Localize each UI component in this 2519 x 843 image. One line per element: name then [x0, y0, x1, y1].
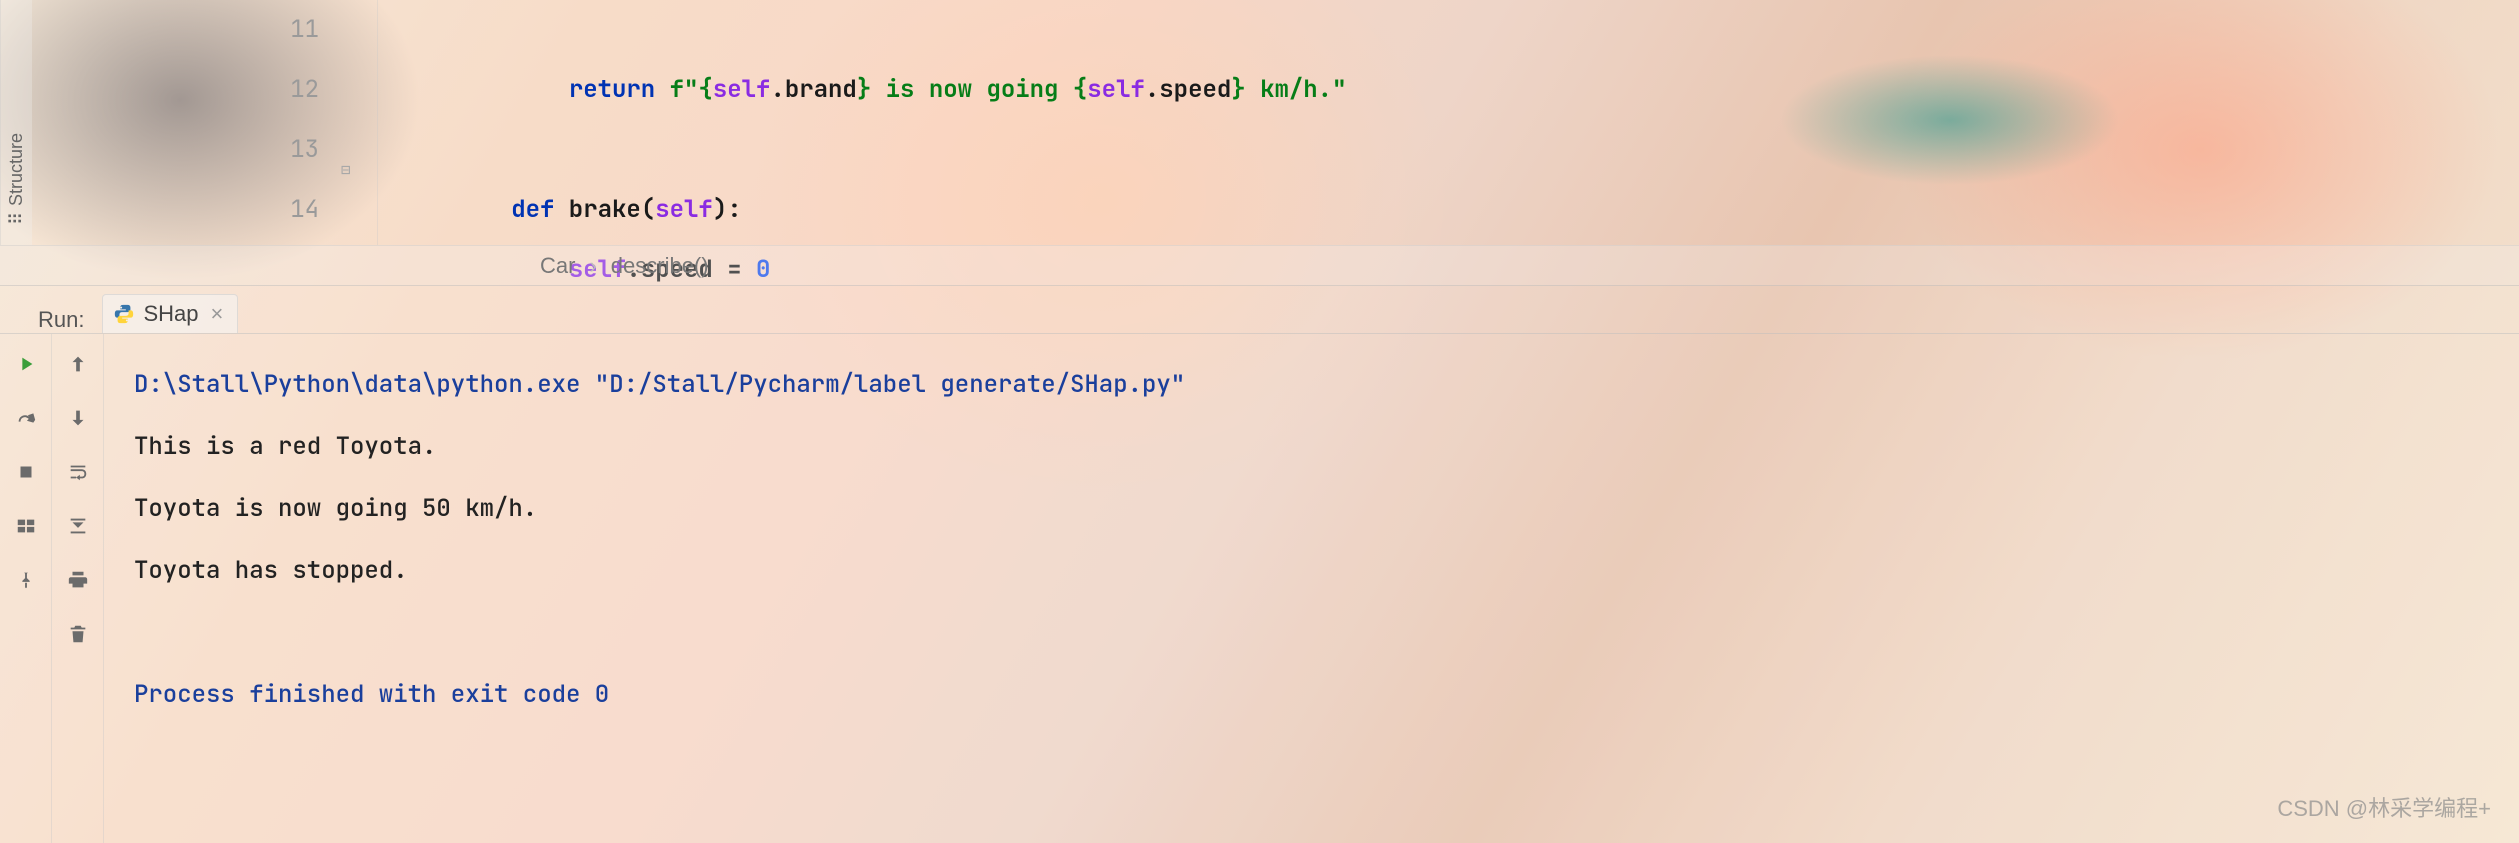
- run-label: Run:: [38, 307, 84, 333]
- run-tool-window: Run: SHap ×: [0, 285, 2519, 843]
- console-command: D:\Stall\Python\data\python.exe "D:/Stal…: [134, 354, 2519, 416]
- layout-button[interactable]: [12, 512, 40, 540]
- trash-button[interactable]: [64, 620, 92, 648]
- breadcrumb-class[interactable]: Car: [540, 253, 575, 279]
- console-exit: Process finished with exit code 0: [134, 664, 2519, 726]
- line-number[interactable]: 14: [290, 180, 319, 240]
- breadcrumb[interactable]: Car › describe(): [0, 245, 2519, 285]
- breadcrumb-method[interactable]: describe(): [611, 253, 709, 279]
- close-icon[interactable]: ×: [211, 301, 224, 327]
- line-number[interactable]: 13⊟: [290, 120, 319, 180]
- line-number[interactable]: 11: [290, 0, 319, 60]
- run-tab-name: SHap: [143, 301, 198, 327]
- structure-tool-window-button[interactable]: ⠿Structure: [0, 0, 32, 245]
- watermark: CSDN @林采学编程+: [2277, 791, 2491, 823]
- console-line: This is a red Toyota.: [134, 416, 2519, 478]
- rerun-button[interactable]: [12, 350, 40, 378]
- settings-button[interactable]: [12, 404, 40, 432]
- fold-toggle-icon[interactable]: ⊟: [341, 140, 357, 156]
- code-editor[interactable]: ⠿Structure 11 12 13⊟ 14 return f"{self.b…: [0, 0, 2519, 245]
- stop-button[interactable]: [12, 458, 40, 486]
- run-config-tab[interactable]: SHap ×: [102, 294, 238, 333]
- up-arrow-icon[interactable]: [64, 350, 92, 378]
- soft-wrap-button[interactable]: [64, 458, 92, 486]
- console-line: Toyota has stopped.: [134, 540, 2519, 602]
- chevron-right-icon: ›: [589, 253, 596, 279]
- line-number-gutter[interactable]: 11 12 13⊟ 14: [32, 0, 377, 245]
- run-toolbar-primary: [0, 334, 52, 843]
- console-output[interactable]: D:\Stall\Python\data\python.exe "D:/Stal…: [104, 334, 2519, 843]
- python-file-icon: [113, 303, 135, 325]
- pin-button[interactable]: [12, 566, 40, 594]
- scroll-to-end-button[interactable]: [64, 512, 92, 540]
- code-content[interactable]: return f"{self.brand} is now going {self…: [377, 0, 2519, 245]
- print-button[interactable]: [64, 566, 92, 594]
- console-line: [134, 602, 2519, 664]
- down-arrow-icon[interactable]: [64, 404, 92, 432]
- line-number[interactable]: 12: [290, 60, 319, 120]
- run-toolbar-secondary: [52, 334, 104, 843]
- console-line: Toyota is now going 50 km/h.: [134, 478, 2519, 540]
